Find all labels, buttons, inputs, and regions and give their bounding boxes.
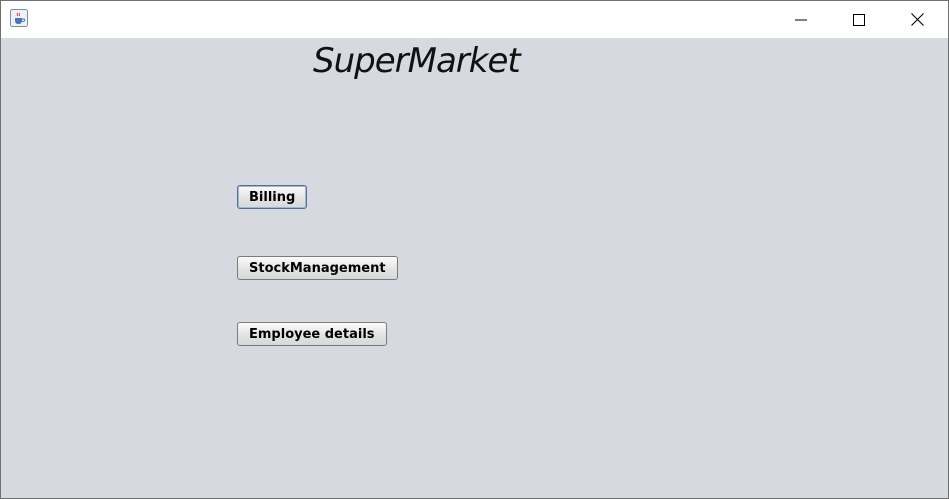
maximize-button[interactable] <box>830 1 888 38</box>
minimize-button[interactable] <box>772 1 830 38</box>
app-window: SuperMarket Billing StockManagement Empl… <box>0 0 949 499</box>
app-heading: SuperMarket <box>313 41 521 81</box>
title-bar[interactable] <box>1 1 948 38</box>
main-panel: SuperMarket Billing StockManagement Empl… <box>1 38 948 498</box>
java-cup-icon[interactable] <box>10 9 28 27</box>
close-button[interactable] <box>888 1 946 38</box>
stock-management-button[interactable]: StockManagement <box>237 256 398 280</box>
maximize-icon <box>853 13 865 26</box>
close-icon <box>910 13 924 26</box>
billing-button[interactable]: Billing <box>237 185 308 209</box>
minimize-icon <box>795 19 807 20</box>
employee-details-button[interactable]: Employee details <box>237 322 387 346</box>
